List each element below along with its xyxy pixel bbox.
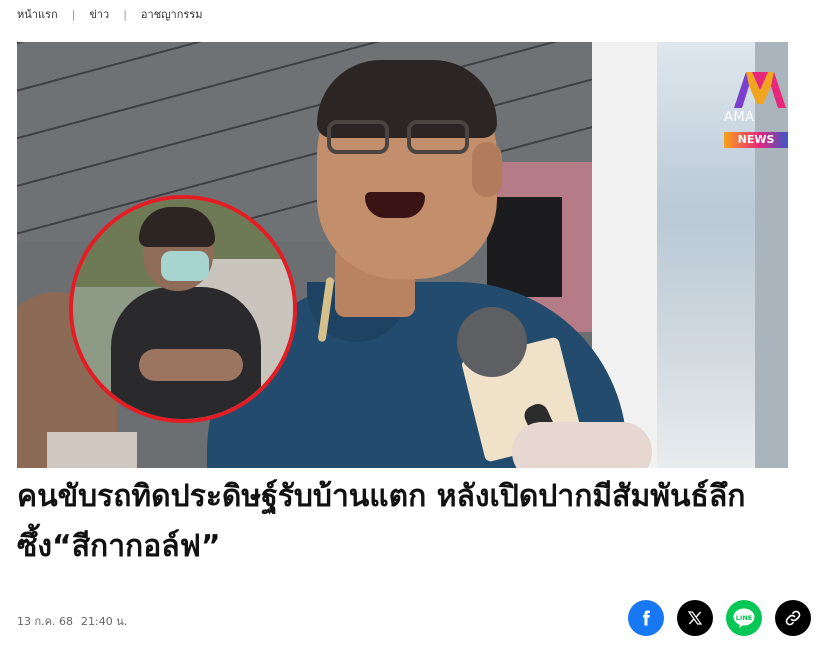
- line-icon: LINE: [733, 608, 755, 628]
- breadcrumb-news[interactable]: ข่าว: [89, 5, 109, 23]
- inset-woman-arms: [139, 349, 243, 381]
- bystander-shirt: [47, 432, 137, 468]
- breadcrumb-separator: |: [123, 7, 127, 21]
- channel-logo: AMA NEWS: [724, 68, 788, 148]
- copy-link-button[interactable]: [775, 600, 811, 636]
- breadcrumb-home[interactable]: หน้าแรก: [17, 5, 58, 23]
- publish-datetime: 13 ก.ค. 68 21:40 น.: [17, 612, 127, 630]
- share-facebook-button[interactable]: [628, 600, 664, 636]
- interviewee-glasses: [327, 120, 477, 156]
- breadcrumb-separator: |: [71, 7, 76, 21]
- article-headline: คนขับรถทิดประดิษฐ์รับบ้านแตก หลังเปิดปาก…: [17, 479, 746, 564]
- link-icon: [785, 610, 801, 626]
- logo-news-badge: NEWS: [724, 132, 788, 148]
- hero-image: AMA NEWS: [17, 42, 788, 468]
- microphone-foam: [457, 307, 527, 377]
- share-x-button[interactable]: [677, 600, 713, 636]
- x-icon: [687, 611, 703, 625]
- facebook-icon: [643, 610, 650, 626]
- interviewee-mouth: [365, 192, 425, 218]
- reporter-hand: [512, 422, 652, 468]
- share-line-button[interactable]: LINE: [726, 600, 762, 636]
- inset-circle-photo: [69, 195, 297, 423]
- inset-face-mask: [161, 251, 209, 281]
- publish-date: 13 ก.ค. 68: [17, 615, 73, 628]
- amarin-logo-mark: [734, 72, 786, 108]
- dark-shelf: [487, 197, 562, 297]
- logo-wordmark: AMA: [724, 110, 755, 125]
- publish-time: 21:40 น.: [81, 615, 128, 628]
- breadcrumb: หน้าแรก | ข่าว | อาชญากรรม: [17, 6, 202, 22]
- breadcrumb-crime[interactable]: อาชญากรรม: [141, 5, 203, 23]
- line-icon-label: LINE: [736, 614, 752, 622]
